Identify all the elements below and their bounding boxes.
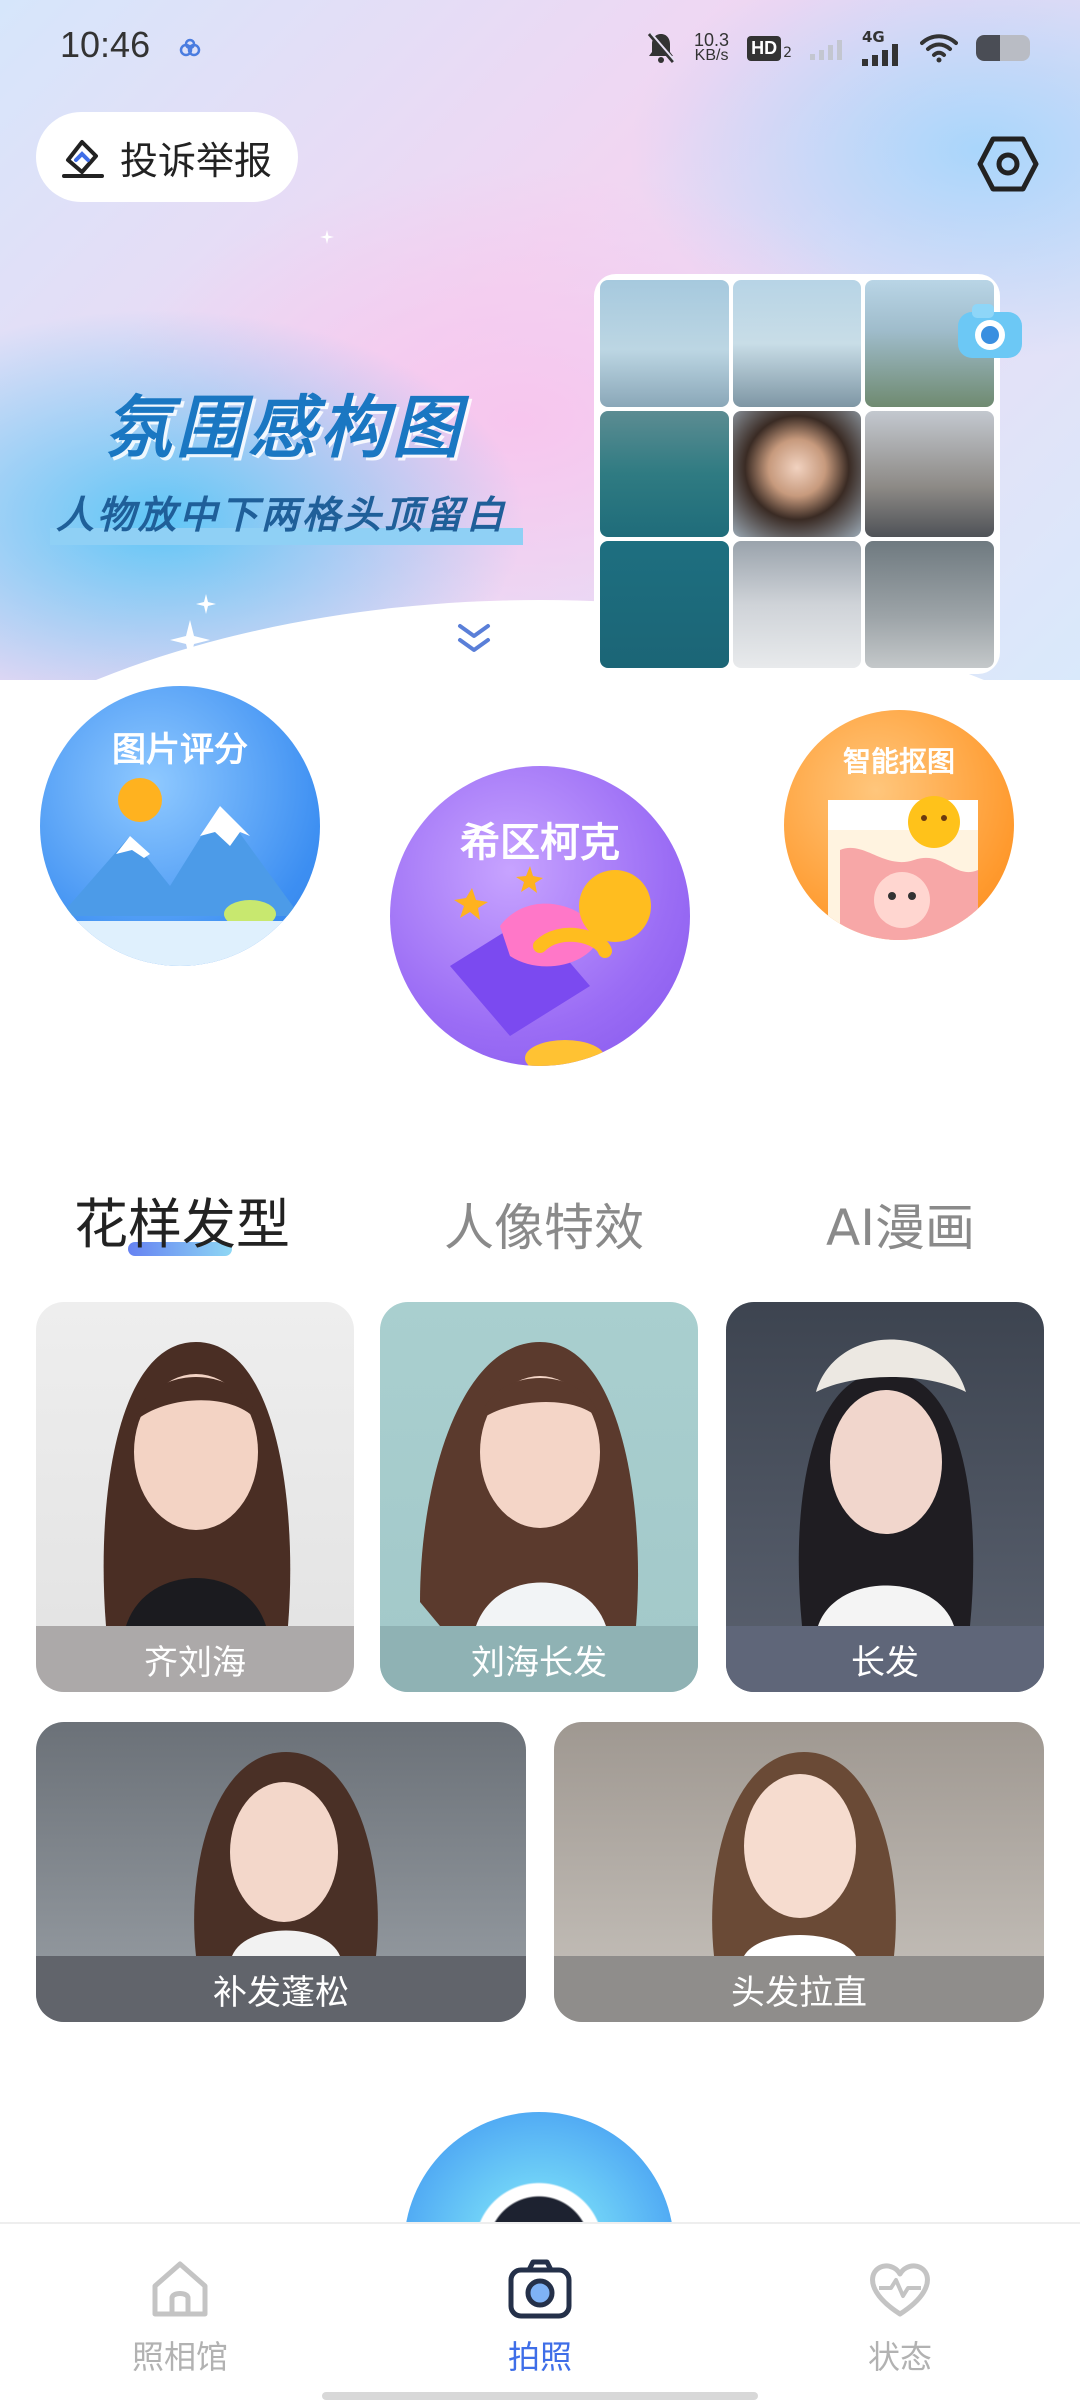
hero-banner: 10:46 10.3 KB/s HD 2 4G 投诉举报 氛围感构图 人物放中下…: [0, 0, 1080, 680]
house-icon: [152, 2261, 208, 2317]
banner-title: 氛围感构图: [104, 389, 465, 468]
network-type: 4G: [862, 28, 885, 46]
style-card-straighten[interactable]: 头发拉直: [554, 1722, 1044, 2022]
portrait-image: [420, 1342, 639, 1626]
settings-hexagon-icon: [977, 136, 1039, 192]
double-chevron-down-icon[interactable]: [454, 620, 494, 660]
portrait-image: [798, 1339, 974, 1626]
nav-label: 照相馆: [131, 2338, 228, 2376]
sparkle-icon: [196, 594, 216, 614]
grid-cell: [600, 410, 729, 538]
portrait-image: [103, 1342, 291, 1626]
feature-hitchcock[interactable]: 希区柯克: [390, 766, 690, 1066]
style-caption: 头发拉直: [554, 1956, 1044, 2022]
status-bar: 10:46 10.3 KB/s HD 2 4G: [0, 0, 1080, 96]
signal-strong-icon: [862, 44, 898, 66]
tab-ai-comic[interactable]: AI漫画: [826, 1188, 975, 1260]
feature-label: 希区柯克: [460, 820, 620, 866]
grid-cell: [732, 280, 862, 407]
bottom-navigation: 照相馆 拍照 状态: [0, 2222, 1080, 2404]
hd-indicator: HD 2: [747, 35, 792, 61]
net-speed-value: 10.3: [694, 30, 730, 50]
nav-label: 状态: [867, 2338, 932, 2376]
camera-icon: [508, 2259, 572, 2319]
tab-portrait-effects[interactable]: 人像特效: [444, 1188, 644, 1260]
report-label: 投诉举报: [120, 138, 273, 183]
banner-subtitle: 人物放中下两格头顶留白: [50, 484, 524, 545]
battery-icon: [976, 35, 1030, 61]
hd-badge: HD: [747, 35, 782, 61]
settings-button[interactable]: [968, 124, 1048, 204]
style-caption: 刘海长发: [380, 1626, 698, 1692]
report-button[interactable]: 投诉举报: [36, 112, 299, 202]
sparkle-icon: [170, 620, 210, 660]
cloud-dots-icon: [179, 38, 201, 57]
style-card-volume[interactable]: 补发蓬松: [36, 1722, 526, 2022]
mute-bell-icon: [647, 32, 676, 63]
portrait-image: [194, 1752, 378, 1956]
net-speed: 10.3 KB/s: [694, 30, 730, 64]
feature-label: 图片评分: [112, 730, 248, 770]
report-pen-icon: [62, 140, 104, 178]
style-card-bangs-long-hair[interactable]: 刘海长发: [380, 1302, 698, 1692]
nav-item-status[interactable]: 状态: [800, 2254, 1000, 2378]
camera-sticker-icon: [958, 304, 1022, 358]
grid-cell: [865, 541, 994, 668]
style-caption: 补发蓬松: [36, 1956, 526, 2022]
signal-weak-icon: [810, 40, 842, 60]
signal-4g: 4G: [862, 30, 902, 66]
sparkle-icon: [320, 230, 334, 244]
nav-item-photo[interactable]: 拍照: [440, 2254, 640, 2378]
feature-label: 智能抠图: [842, 745, 955, 778]
nav-item-studio[interactable]: 照相馆: [80, 2254, 280, 2378]
status-time: 10:46: [60, 24, 151, 65]
tab-hairstyles[interactable]: 花样发型: [74, 1180, 290, 1259]
grid-cell: [600, 280, 729, 407]
style-caption: 长发: [726, 1626, 1044, 1692]
battery-level: [976, 35, 1001, 61]
hd-sub: 2: [783, 44, 792, 61]
feature-smart-cutout[interactable]: 智能抠图: [784, 710, 1014, 940]
composition-grid-photo: [594, 274, 1000, 674]
grid-cell: [732, 541, 862, 668]
style-caption: 齐刘海: [36, 1626, 354, 1692]
portrait-image: [712, 1752, 896, 1956]
style-tabs: 花样发型 人像特效 AI漫画: [0, 1180, 1080, 1280]
grid-cell: [600, 541, 729, 668]
home-indicator[interactable]: [322, 2392, 758, 2400]
grid-cell: [865, 410, 994, 538]
net-speed-unit: KB/s: [694, 47, 729, 64]
heart-pulse-icon: [870, 2263, 930, 2317]
status-icons: 10.3 KB/s HD 2 4G: [646, 28, 1030, 68]
feature-photo-score[interactable]: 图片评分: [40, 686, 320, 966]
wifi-icon: [920, 34, 958, 63]
style-card-long-hair[interactable]: 长发: [726, 1302, 1044, 1692]
nav-label: 拍照: [507, 2338, 572, 2376]
style-card-bangs[interactable]: 齐刘海: [36, 1302, 354, 1692]
grid-cell: [732, 410, 862, 538]
